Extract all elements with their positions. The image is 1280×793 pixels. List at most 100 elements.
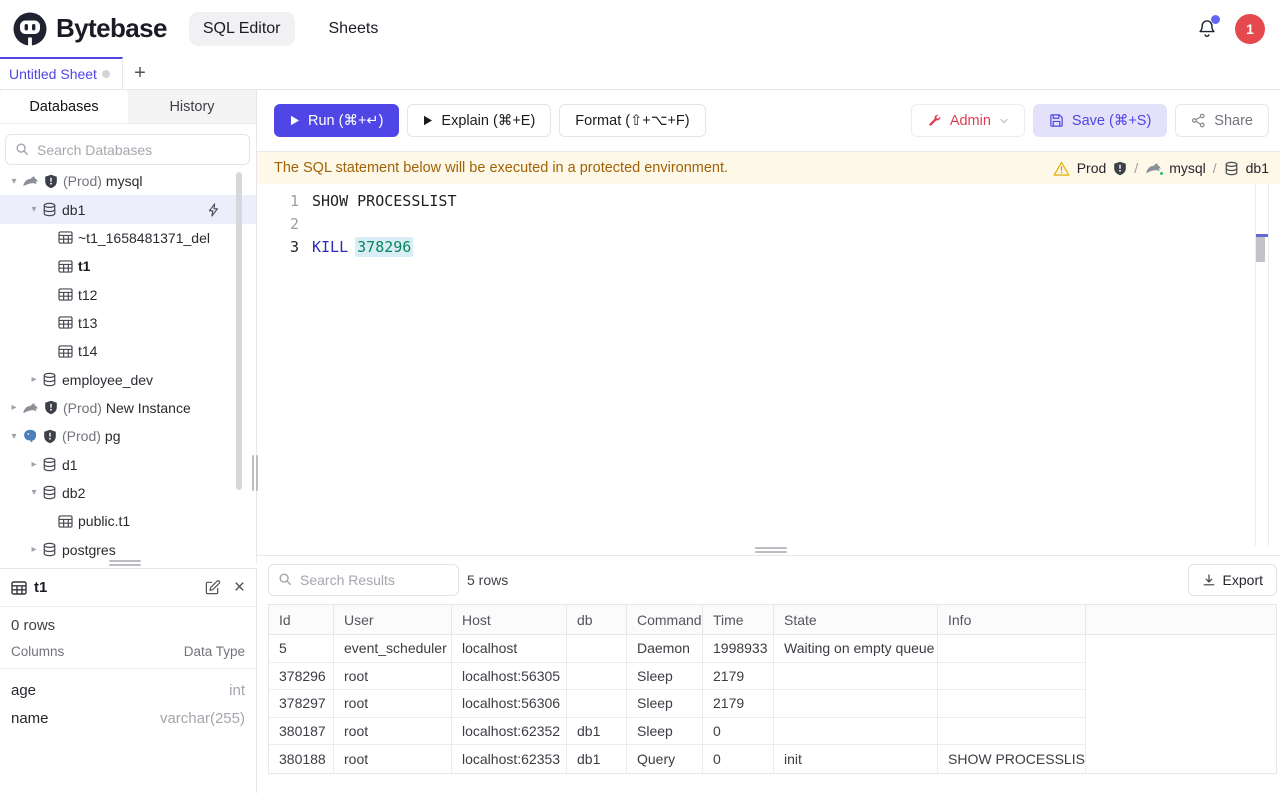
- panel-split-handle[interactable]: [252, 455, 258, 491]
- breadcrumb-environment[interactable]: Prod: [1077, 160, 1107, 176]
- column-header-host[interactable]: Host: [452, 605, 567, 635]
- environment-label: (Prod): [63, 400, 102, 416]
- share-button[interactable]: Share: [1175, 104, 1269, 137]
- table-cell: [938, 718, 1086, 746]
- tree-item-pg[interactable]: ▾(Prod)pg: [0, 422, 256, 450]
- close-icon[interactable]: ×: [234, 578, 245, 597]
- tree-item-t14[interactable]: t14: [0, 337, 256, 365]
- chevron-down-icon[interactable]: ▾: [26, 204, 42, 215]
- column-header-state[interactable]: State: [774, 605, 938, 635]
- chevron-down-icon[interactable]: ▾: [26, 487, 42, 498]
- tree-item-db2[interactable]: ▾db2: [0, 479, 256, 507]
- database-tree: ▾(Prod)mysql▾db1~t1_1658481371_delt1t12t…: [0, 167, 256, 563]
- top-nav: SQL Editor Sheets: [189, 12, 392, 46]
- tree-item-public-t1[interactable]: public.t1: [0, 507, 256, 535]
- table-row[interactable]: 380187rootlocalhost:62352db1Sleep0: [269, 718, 1276, 746]
- tree-item-t1[interactable]: t1: [0, 252, 256, 280]
- column-header-filler: [1086, 605, 1276, 635]
- tab-history[interactable]: History: [128, 90, 256, 123]
- field-type: int: [229, 682, 245, 699]
- search-results-input[interactable]: [268, 564, 459, 596]
- chevron-right-icon[interactable]: ▸: [26, 459, 42, 470]
- shield-icon: [1113, 161, 1127, 176]
- table-cell: 2179: [703, 663, 774, 691]
- tree-item-t12[interactable]: t12: [0, 280, 256, 308]
- table-cell: 378296: [269, 663, 334, 691]
- results-split-handle[interactable]: [755, 547, 787, 553]
- column-header-user[interactable]: User: [334, 605, 452, 635]
- avatar[interactable]: 1: [1235, 14, 1265, 44]
- table-cell: 380187: [269, 718, 334, 746]
- chevron-right-icon[interactable]: ▸: [26, 374, 42, 385]
- tree-item-d1[interactable]: ▸d1: [0, 450, 256, 478]
- database-icon: [42, 372, 57, 387]
- data-type-header: Data Type: [184, 644, 245, 659]
- code-line[interactable]: 3KILL 378296: [257, 235, 1280, 258]
- chevron-right-icon[interactable]: ▸: [26, 544, 42, 555]
- admin-button[interactable]: Admin: [911, 104, 1025, 137]
- column-header-command[interactable]: Command: [627, 605, 703, 635]
- table-cell: 5: [269, 635, 334, 663]
- schema-field-row: namevarchar(255): [0, 704, 256, 732]
- table-cell: [938, 635, 1086, 663]
- code-line[interactable]: 1SHOW PROCESSLIST: [257, 189, 1280, 212]
- format-button[interactable]: Format (⇧+⌥+F): [559, 104, 705, 137]
- tree-item-mysql[interactable]: ▾(Prod)mysql: [0, 167, 256, 195]
- chevron-right-icon[interactable]: ▸: [6, 402, 22, 413]
- column-header-id[interactable]: Id: [269, 605, 334, 635]
- lightning-icon[interactable]: [207, 203, 220, 217]
- table-row[interactable]: 378296rootlocalhost:56305Sleep2179: [269, 663, 1276, 691]
- breadcrumb-database[interactable]: db1: [1246, 160, 1269, 176]
- search-databases-input[interactable]: [5, 134, 250, 165]
- database-icon: [1224, 161, 1239, 176]
- breadcrumb-instance[interactable]: mysql: [1169, 160, 1206, 176]
- field-name: name: [11, 710, 49, 727]
- sheet-tab-bar: Untitled Sheet +: [0, 57, 1280, 90]
- code-line[interactable]: 2: [257, 212, 1280, 235]
- button-label: Share: [1214, 113, 1253, 129]
- table-cell: root: [334, 690, 452, 718]
- tree-item-postgres[interactable]: ▸postgres: [0, 535, 256, 563]
- warning-triangle-icon: [1053, 161, 1070, 176]
- sql-editor[interactable]: 1SHOW PROCESSLIST23KILL 378296: [257, 184, 1280, 547]
- column-header-db[interactable]: db: [567, 605, 627, 635]
- tab-databases[interactable]: Databases: [0, 90, 128, 123]
- tree-item-t13[interactable]: t13: [0, 309, 256, 337]
- postgres-icon: [22, 428, 38, 444]
- table-icon: [11, 581, 27, 595]
- table-row[interactable]: 380188rootlocalhost:62353db1Query0initSH…: [269, 745, 1276, 773]
- table-cell: 2179: [703, 690, 774, 718]
- table-row[interactable]: 5event_schedulerlocalhostDaemon1998933Wa…: [269, 635, 1276, 663]
- column-header-info[interactable]: Info: [938, 605, 1086, 635]
- save-button[interactable]: Save (⌘+S): [1033, 104, 1167, 137]
- table-row[interactable]: 378297rootlocalhost:56306Sleep2179: [269, 690, 1276, 718]
- wrench-icon: [927, 113, 942, 128]
- tree-item-new-instance[interactable]: ▸(Prod)New Instance: [0, 394, 256, 422]
- nav-sheets[interactable]: Sheets: [315, 12, 393, 46]
- tree-item--t1-1658481371-del[interactable]: ~t1_1658481371_del: [0, 224, 256, 252]
- export-button[interactable]: Export: [1188, 564, 1277, 596]
- tab-untitled-sheet[interactable]: Untitled Sheet: [0, 57, 123, 89]
- chevron-down-icon[interactable]: ▾: [6, 176, 22, 187]
- run-button[interactable]: Run (⌘+↵): [274, 104, 399, 137]
- explain-button[interactable]: Explain (⌘+E): [407, 104, 551, 137]
- table-header-row: IdUserHostdbCommandTimeStateInfo: [269, 605, 1276, 635]
- table-icon: [58, 288, 73, 301]
- sidebar-split-handle[interactable]: [109, 560, 141, 566]
- edit-icon[interactable]: [204, 579, 221, 596]
- tree-item-db1[interactable]: ▾db1: [0, 195, 256, 223]
- new-sheet-button[interactable]: +: [123, 57, 157, 89]
- table-cell: root: [334, 718, 452, 746]
- tree-item-employee-dev[interactable]: ▸employee_dev: [0, 365, 256, 393]
- nav-sql-editor[interactable]: SQL Editor: [189, 12, 295, 46]
- bytebase-logo-icon: [12, 11, 48, 47]
- table-icon: [58, 316, 73, 329]
- column-header-time[interactable]: Time: [703, 605, 774, 635]
- tree-scrollbar[interactable]: [236, 172, 242, 490]
- table-cell: [938, 690, 1086, 718]
- bell-icon[interactable]: [1195, 17, 1219, 41]
- chevron-down-icon[interactable]: ▾: [6, 431, 22, 442]
- table-cell-filler: [1086, 718, 1276, 746]
- banner-message: The SQL statement below will be executed…: [274, 160, 728, 176]
- editor-scrollbar[interactable]: [1256, 237, 1265, 262]
